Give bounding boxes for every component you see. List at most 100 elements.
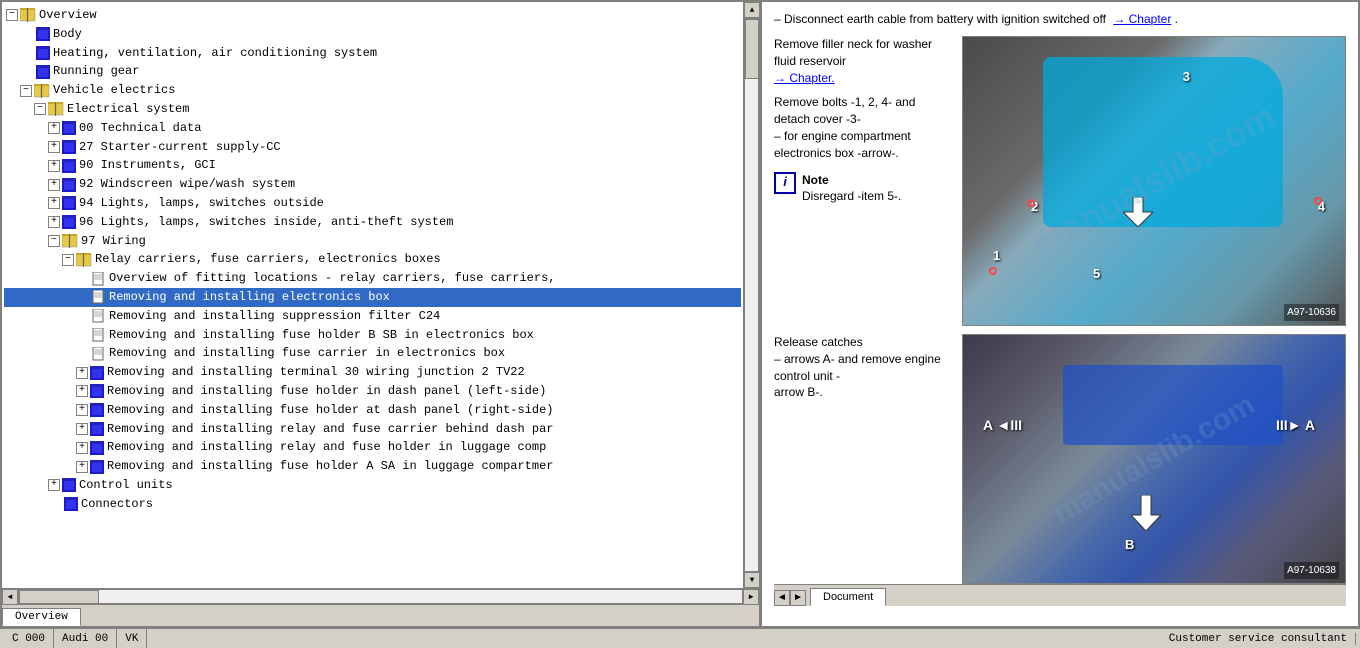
content-area: – Disconnect earth cable from battery wi…: [774, 10, 1346, 584]
scroll-thumb[interactable]: [745, 19, 759, 79]
engine-image-top: 1 2 3 4 5 A97-10636 ma: [962, 36, 1346, 326]
blue-icon-removing-relay-dash: [90, 422, 104, 436]
tree-item-overview[interactable]: − Overview: [4, 6, 741, 25]
blue-icon-running: [36, 65, 50, 79]
status-vehicle: Audi 00: [54, 629, 117, 648]
tree-label-hvac: Heating, ventilation, air conditioning s…: [53, 45, 377, 62]
note-text: Disregard -item 5-.: [802, 188, 901, 205]
blue-icon-control-units: [62, 478, 76, 492]
nav-next-button[interactable]: ►: [790, 590, 806, 606]
nav-prev-button[interactable]: ◄: [774, 590, 790, 606]
vertical-scrollbar[interactable]: ▲ ▼: [743, 2, 759, 588]
expand-icon-27-starter[interactable]: +: [48, 141, 60, 153]
bolt-marker-2: [1027, 199, 1035, 207]
scroll-right-button[interactable]: ►: [743, 589, 759, 605]
step3-text: Release catches – arrows A- and remove e…: [774, 334, 954, 401]
expand-icon-removing-relay-dash[interactable]: +: [76, 423, 88, 435]
blue-icon-92-wiper: [62, 178, 76, 192]
expand-icon-90-inst[interactable]: +: [48, 160, 60, 172]
expand-icon-96-lights-in[interactable]: +: [48, 216, 60, 228]
book-icon-relay-carriers: [76, 253, 92, 267]
tree-item-control-units[interactable]: + Control units: [4, 476, 741, 495]
expand-icon-control-units[interactable]: +: [48, 479, 60, 491]
expand-icon-00-tech[interactable]: +: [48, 122, 60, 134]
intro-period: .: [1175, 12, 1178, 26]
tree-label-removing-fuse-carrier: Removing and installing fuse carrier in …: [109, 345, 505, 362]
expand-icon-92-wiper[interactable]: +: [48, 179, 60, 191]
image-section-2: Release catches – arrows A- and remove e…: [774, 334, 1346, 584]
tab-overview[interactable]: Overview: [2, 608, 81, 626]
tree-label-27-starter: 27 Starter-current supply-CC: [79, 139, 281, 156]
tree-label-removing-elec-box: Removing and installing electronics box: [109, 289, 390, 306]
image-section-1: Remove filler neck for washer fluid rese…: [774, 36, 1346, 326]
blue-icon-94-lights-out: [62, 196, 76, 210]
tree-item-electrics[interactable]: − Vehicle electrics: [4, 81, 741, 100]
expand-icon-removing-relay-lug[interactable]: +: [76, 442, 88, 454]
tree-item-removing-fuse-a-sa[interactable]: + Removing and installing fuse holder A …: [4, 457, 741, 476]
tree-item-connectors[interactable]: Connectors: [4, 495, 741, 514]
tree-item-removing-fuse-right[interactable]: + Removing and installing fuse holder at…: [4, 401, 741, 420]
expand-icon-97-wiring[interactable]: −: [48, 235, 60, 247]
expand-icon-electrics[interactable]: −: [20, 85, 32, 97]
bolt-marker-4: [1314, 197, 1322, 205]
book-icon-electrics: [34, 84, 50, 98]
tree-label-connectors: Connectors: [81, 496, 153, 513]
tree-item-90-inst[interactable]: + 90 Instruments, GCI: [4, 156, 741, 175]
engine-image-bottom: A ◄III III► A B A97-10638 manualslib.com: [962, 334, 1346, 584]
note-i: i: [783, 173, 787, 191]
scroll-up-button[interactable]: ▲: [744, 2, 759, 18]
tree-item-removing-fuse-carrier[interactable]: Removing and installing fuse carrier in …: [4, 344, 741, 363]
expand-icon-relay-carriers[interactable]: −: [62, 254, 74, 266]
tree-item-elec-system[interactable]: − Electrical system: [4, 100, 741, 119]
tree-item-running[interactable]: Running gear: [4, 62, 741, 81]
tree-item-removing-suppress[interactable]: Removing and installing suppression filt…: [4, 307, 741, 326]
tree-item-hvac[interactable]: Heating, ventilation, air conditioning s…: [4, 44, 741, 63]
tab-document[interactable]: Document: [810, 588, 886, 606]
tree-item-00-tech[interactable]: + 00 Technical data: [4, 119, 741, 138]
tree-view: − Overview Body Heating, ventilation, ai…: [2, 2, 743, 588]
tree-label-overview-fitting: Overview of fitting locations - relay ca…: [109, 270, 555, 287]
tree-item-removing-relay-dash[interactable]: + Removing and installing relay and fuse…: [4, 420, 741, 439]
tree-label-relay-carriers: Relay carriers, fuse carriers, electroni…: [95, 251, 441, 268]
expand-icon-removing-fuse-right[interactable]: +: [76, 404, 88, 416]
blue-icon-removing-terminal30: [90, 366, 104, 380]
tree-item-removing-fuse-b-sb[interactable]: Removing and installing fuse holder B SB…: [4, 326, 741, 345]
tree-item-94-lights-out[interactable]: + 94 Lights, lamps, switches outside: [4, 194, 741, 213]
scroll-left-button[interactable]: ◄: [2, 589, 18, 605]
tree-label-control-units: Control units: [79, 477, 173, 494]
intro-label: – Disconnect earth cable from battery wi…: [774, 12, 1106, 26]
tree-item-removing-relay-lug[interactable]: + Removing and installing relay and fuse…: [4, 438, 741, 457]
tree-item-27-starter[interactable]: + 27 Starter-current supply-CC: [4, 138, 741, 157]
tree-item-body[interactable]: Body: [4, 25, 741, 44]
expand-icon-overview[interactable]: −: [6, 9, 18, 21]
tree-item-removing-elec-box[interactable]: Removing and installing electronics box: [4, 288, 741, 307]
step1-link[interactable]: → Chapter.: [774, 71, 835, 85]
scroll-down-button[interactable]: ▼: [744, 572, 759, 588]
blue-icon-90-inst: [62, 159, 76, 173]
chapter-link[interactable]: → Chapter: [1113, 12, 1171, 26]
expand-icon-removing-fuse-a-sa[interactable]: +: [76, 461, 88, 473]
status-transmission-text: VK: [125, 633, 138, 645]
tree-item-92-wiper[interactable]: + 92 Windscreen wipe/wash system: [4, 175, 741, 194]
expand-icon-elec-system[interactable]: −: [34, 103, 46, 115]
h-scroll-thumb[interactable]: [19, 590, 99, 604]
arrow-a-left: A ◄III: [983, 415, 1022, 436]
blue-icon-hvac: [36, 46, 50, 60]
expand-icon-removing-fuse-left[interactable]: +: [76, 385, 88, 397]
tree-item-overview-fitting[interactable]: Overview of fitting locations - relay ca…: [4, 269, 741, 288]
step2-text: Remove bolts -1, 2, 4- and detach cover …: [774, 94, 954, 161]
tree-item-96-lights-in[interactable]: + 96 Lights, lamps, switches inside, ant…: [4, 213, 741, 232]
tree-item-97-wiring[interactable]: − 97 Wiring: [4, 232, 741, 251]
horizontal-scrollbar[interactable]: ◄ ►: [2, 588, 759, 604]
left-tab-bar: Overview: [2, 604, 759, 626]
expand-icon-removing-terminal30[interactable]: +: [76, 367, 88, 379]
b-label: B: [1125, 535, 1134, 555]
nav-controls: ◄ ►: [774, 590, 806, 606]
status-consultant: Customer service consultant: [1161, 633, 1356, 645]
tree-item-removing-fuse-left[interactable]: + Removing and installing fuse holder in…: [4, 382, 741, 401]
num-3: 3: [1183, 67, 1190, 87]
tree-item-removing-terminal30[interactable]: + Removing and installing terminal 30 wi…: [4, 363, 741, 382]
tree-item-relay-carriers[interactable]: − Relay carriers, fuse carriers, electro…: [4, 250, 741, 269]
tree-label-removing-relay-dash: Removing and installing relay and fuse c…: [107, 421, 553, 438]
expand-icon-94-lights-out[interactable]: +: [48, 197, 60, 209]
